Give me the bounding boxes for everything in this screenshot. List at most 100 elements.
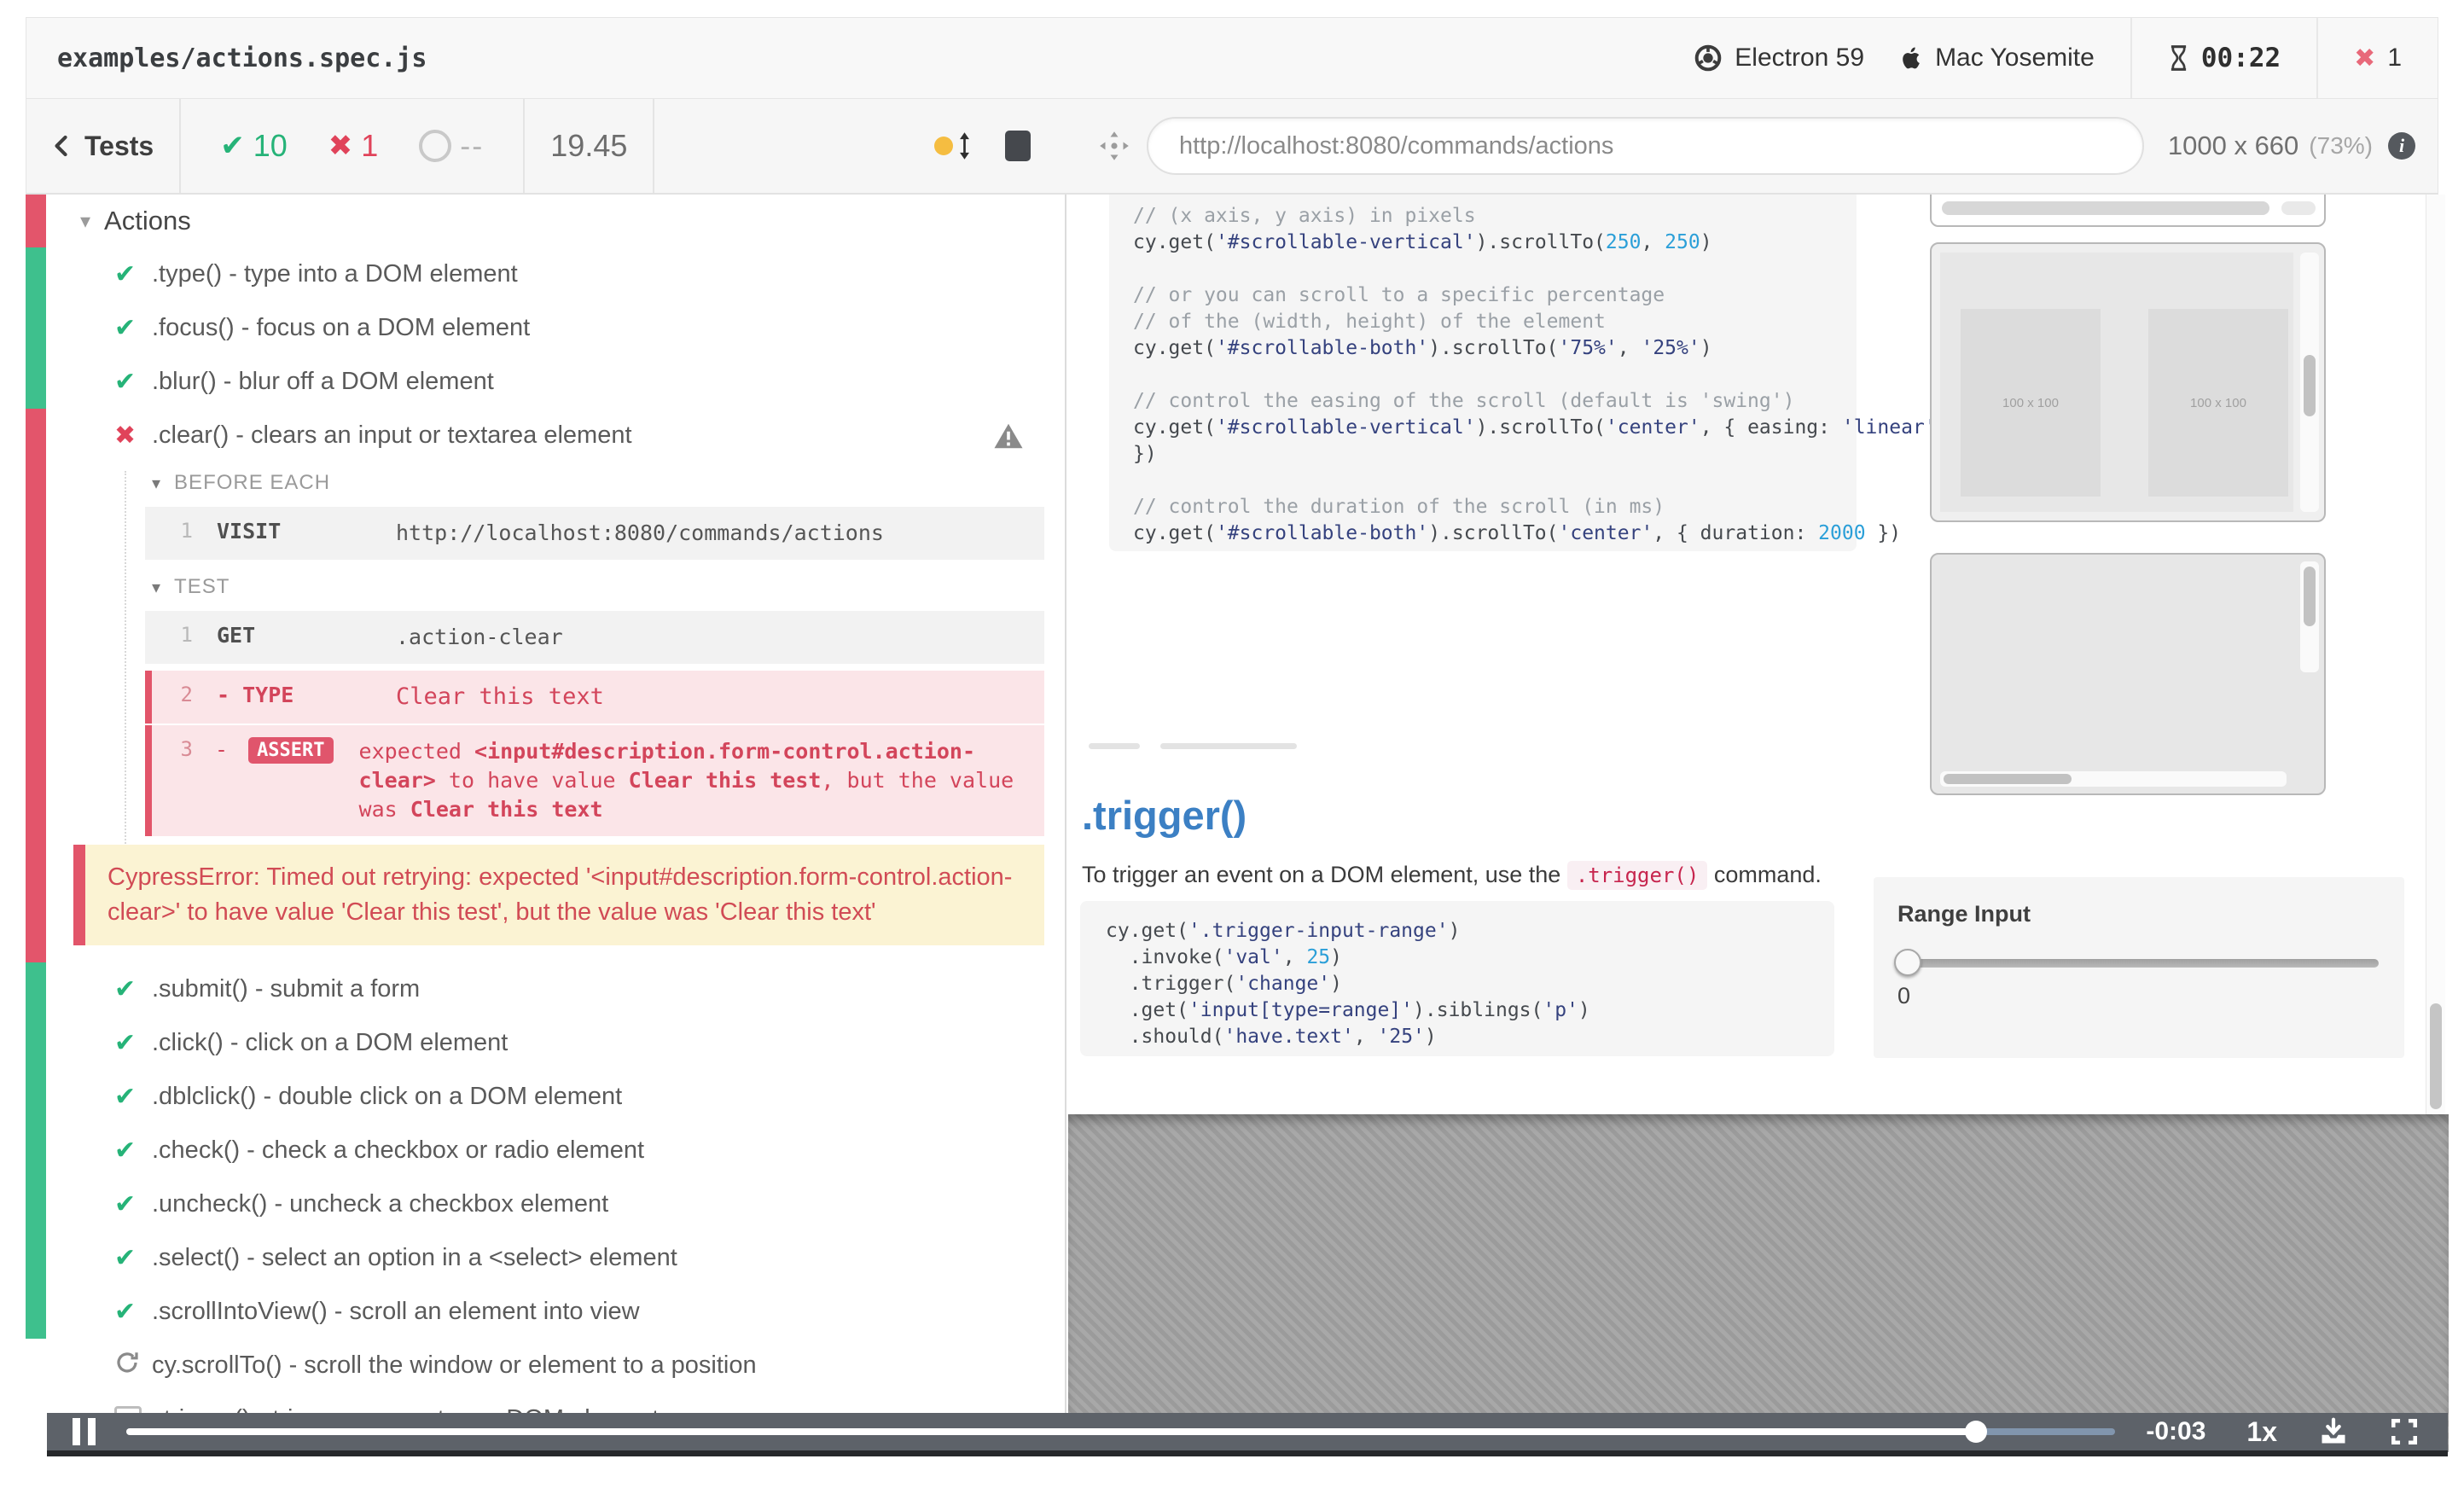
command-row-get[interactable]: 1 GET .action-clear [145, 611, 1044, 664]
command-log-panel: ▾ Actions ✔ .type() - type into a DOM ele… [26, 195, 1066, 1413]
test-title: .dblclick() - double click on a DOM elem… [152, 1083, 623, 1110]
scrollbar-thumb[interactable] [2430, 1003, 2442, 1109]
horizontal-scrollbar-piece [2281, 201, 2316, 215]
up-down-arrow-icon [958, 131, 971, 160]
test-stats-section: ✔ 10 ✖ 1 -- [181, 99, 526, 193]
state-strip [26, 301, 46, 355]
runner-toolbar-right: http://localhost:8080/commands/actions 1… [1068, 99, 2438, 195]
download-button[interactable] [2318, 1416, 2349, 1447]
passed-icon: ✔ [114, 1189, 137, 1219]
electron-icon [1694, 44, 1723, 73]
test-title: .submit() - submit a form [152, 975, 421, 1003]
range-slider[interactable] [1894, 949, 2379, 976]
horizontal-scrollbar[interactable] [1942, 201, 2269, 215]
failure-x-icon: ✖ [2354, 43, 2376, 73]
test-row[interactable]: ✔ .submit() - submit a form [26, 962, 1065, 1016]
vertical-scrollbar[interactable] [2300, 561, 2319, 672]
passed-icon: ✔ [114, 974, 137, 1004]
test-row[interactable]: ✔ .check() - check a checkbox or radio el… [26, 1124, 1065, 1177]
scrollbar-thumb[interactable] [1944, 774, 2072, 784]
range-slider-thumb[interactable] [1894, 949, 1921, 976]
passed-icon: ✔ [114, 1136, 137, 1165]
apple-icon [1900, 45, 1923, 72]
scrollto-code-block: // (x axis, y axis) in pixels cy.get('#sc… [1109, 195, 1937, 551]
collapse-caret-icon: ▾ [152, 577, 161, 597]
pause-button[interactable] [73, 1418, 96, 1445]
test-row[interactable]: ✔ .focus() - focus on a DOM element [26, 301, 1065, 355]
scrollable-content: 100 x 100 100 x 100 [1940, 253, 2293, 512]
stop-button[interactable] [1005, 131, 1031, 161]
browser-os-section: Electron 59 Mac Yosemite [1658, 18, 2130, 98]
suite-header-actions[interactable]: ▾ Actions [26, 195, 1065, 247]
trigger-section-heading-link[interactable]: .trigger() [1082, 792, 1247, 839]
seek-buffer-track [1976, 1428, 2116, 1435]
scrollable-horizontal-box[interactable] [1930, 195, 2326, 227]
scrollbar-thumb[interactable] [2304, 567, 2316, 626]
seek-played-track [126, 1428, 1977, 1435]
test-title: .trigger() - trigger an event on a DOM e… [157, 1405, 659, 1413]
test-row[interactable]: ✔ .blur() - blur off a DOM element [26, 355, 1065, 409]
test-row[interactable]: ✔ .scrollIntoView() - scroll an element i… [26, 1285, 1065, 1339]
range-input-label: Range Input [1897, 901, 2031, 927]
test-row[interactable]: ✔ .click() - click on a DOM element [26, 1016, 1065, 1070]
seek-thumb[interactable] [1965, 1421, 1988, 1443]
command-row-type[interactable]: 2 TYPE Clear this text [145, 671, 1044, 724]
duration-section: 19.45 [525, 99, 655, 193]
command-row-assert[interactable]: 3 - ASSERT expected <input#description.f… [145, 725, 1044, 836]
test-row[interactable]: ✔ .select() - select an option in a <sele… [26, 1231, 1065, 1285]
fullscreen-button[interactable] [2390, 1417, 2419, 1446]
test-title: .focus() - focus on a DOM element [152, 314, 531, 341]
back-to-tests-button[interactable]: Tests [26, 99, 182, 193]
horizontal-scrollbar[interactable] [1940, 771, 2287, 787]
test-row[interactable]: .trigger() - trigger an event on a DOM e… [26, 1392, 1065, 1413]
range-input-panel: Range Input 0 [1874, 877, 2404, 1058]
state-strip [26, 462, 46, 962]
seek-bar[interactable] [126, 1421, 2116, 1443]
viewport-size: 1000 x 660 [2167, 131, 2299, 160]
state-strip [26, 355, 46, 409]
video-player-bar: -0:03 1x [47, 1413, 2448, 1456]
pending-stat[interactable]: -- [419, 128, 484, 164]
viewport-info-icon[interactable]: i [2388, 132, 2415, 160]
check-icon: ✔ [220, 129, 245, 163]
running-spinner-icon [114, 1350, 152, 1382]
selector-playground-crosshair-icon[interactable] [1099, 131, 1130, 161]
aut-page-scrollbar[interactable] [2426, 195, 2445, 1114]
state-strip [26, 409, 46, 462]
vertical-scrollbar[interactable] [2300, 253, 2319, 512]
range-value: 0 [1897, 983, 1911, 1008]
before-each-header[interactable]: ▾ BEFORE EACH [26, 462, 1065, 503]
test-title: .click() - click on a DOM element [152, 1029, 508, 1056]
collapse-caret-icon: ▾ [152, 473, 161, 493]
passed-stat[interactable]: ✔ 10 [220, 128, 288, 164]
test-row[interactable]: ✔ .dblclick() - double click on a DOM ele… [26, 1070, 1065, 1124]
warning-triangle-icon[interactable] [993, 421, 1024, 450]
scrollable-vertical-box[interactable] [1930, 553, 2326, 795]
state-strip [26, 247, 46, 301]
state-strip [26, 1016, 46, 1070]
passed-icon: ✔ [114, 313, 137, 343]
aut-url-bar[interactable]: http://localhost:8080/commands/actions [1147, 117, 2144, 175]
scrollable-both-box[interactable]: 100 x 100 100 x 100 [1930, 242, 2326, 522]
scrollbar-thumb[interactable] [2304, 355, 2316, 416]
command-row-visit[interactable]: 1 VISIT http://localhost:8080/commands/a… [145, 507, 1044, 560]
test-row-failed-clear[interactable]: ✖ .clear() - clears an input or textarea… [26, 409, 1065, 462]
remaining-time: -0:03 [2146, 1417, 2206, 1445]
trigger-description: To trigger an event on a DOM element, us… [1082, 861, 1822, 890]
test-section-header[interactable]: ▾ TEST [26, 567, 1065, 607]
test-row[interactable]: cy.scrollTo() - scroll the window or ele… [26, 1339, 1065, 1392]
test-title: .blur() - blur off a DOM element [152, 368, 494, 395]
failed-stat[interactable]: ✖ 1 [328, 128, 379, 164]
test-title: .check() - check a checkbox or radio ele… [152, 1136, 645, 1164]
state-strip [26, 1177, 46, 1231]
auto-scroll-toggle[interactable] [934, 131, 971, 160]
test-row[interactable]: ✔ .uncheck() - uncheck a checkbox element [26, 1177, 1065, 1231]
playback-speed-button[interactable]: 1x [2246, 1416, 2277, 1448]
timer-section: 00:22 [2130, 18, 2316, 98]
hourglass-icon [2168, 44, 2189, 72]
app-under-test-frame: // (x axis, y axis) in pixels cy.get('#sc… [1068, 195, 2449, 1114]
browser-name: Electron 59 [1735, 44, 1865, 72]
cypress-error-box: CypressError: Timed out retrying: expect… [73, 845, 1044, 945]
state-strip [26, 1124, 46, 1177]
test-row[interactable]: ✔ .type() - type into a DOM element [26, 247, 1065, 301]
